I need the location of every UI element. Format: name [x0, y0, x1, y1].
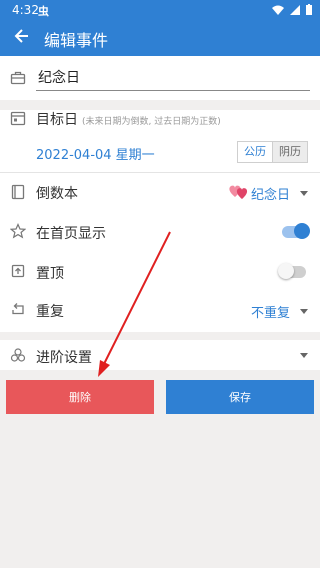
show-home-label: 在首页显示 — [36, 226, 106, 242]
countdown-book-label: 倒数本 — [36, 186, 78, 202]
target-date-row: 目标日 (未来日期为倒数, 过去日期为正数) 2022-04-04 星期一 公历 … — [0, 110, 320, 180]
status-bar: 4:32 虫 — [0, 0, 320, 20]
target-date-label: 目标日 (未来日期为倒数, 过去日期为正数) — [36, 112, 221, 128]
repeat-value: 不重复 — [250, 306, 290, 321]
page-title: 编辑事件 — [44, 31, 109, 50]
solar-calendar-option[interactable]: 公历 — [238, 142, 273, 162]
status-icons — [272, 4, 312, 15]
repeat-label: 重复 — [36, 304, 64, 320]
wifi-icon — [272, 5, 284, 15]
event-name-input[interactable] — [36, 64, 310, 91]
divider — [0, 172, 320, 173]
advanced-settings-row[interactable]: 进阶设置 — [0, 340, 320, 370]
app-bar: 编辑事件 — [0, 20, 320, 56]
briefcase-icon — [10, 71, 26, 85]
back-arrow-icon[interactable] — [12, 26, 32, 46]
pin-top-icon — [11, 264, 25, 278]
countdown-book-value: 纪念日 — [250, 188, 290, 203]
toggle-knob — [278, 263, 294, 279]
toggle-knob — [294, 223, 310, 239]
chevron-down-icon — [300, 309, 308, 314]
chevron-down-icon — [300, 191, 308, 196]
pin-top-label: 置顶 — [36, 266, 64, 282]
signal-icon — [290, 4, 300, 15]
event-form: 目标日(未来日期为倒数, 过去日期为正数) 2022-04-04 星期一 公历 … — [0, 56, 320, 332]
star-icon — [10, 223, 26, 239]
lunar-calendar-option[interactable]: 阴历 — [273, 142, 307, 162]
event-name-row — [0, 56, 320, 100]
show-home-toggle[interactable] — [282, 223, 310, 239]
hearts-icon — [229, 185, 248, 199]
app-notification-icon: 虫 — [38, 5, 49, 18]
delete-button[interactable]: 删除 — [6, 380, 154, 414]
pin-top-row: 置顶 — [0, 260, 320, 300]
repeat-row[interactable]: 重复 不重复 — [0, 300, 320, 332]
show-home-row: 在首页显示 — [0, 220, 320, 260]
countdown-book-row[interactable]: 倒数本 纪念日 — [0, 180, 320, 220]
calendar-icon — [10, 111, 26, 126]
pin-top-toggle[interactable] — [278, 263, 306, 279]
target-date-hint: (未来日期为倒数, 过去日期为正数) — [82, 117, 221, 127]
advanced-settings-label: 进阶设置 — [36, 350, 92, 366]
chevron-down-icon — [300, 353, 308, 358]
calendar-type-toggle: 公历 阴历 — [237, 141, 308, 163]
save-button[interactable]: 保存 — [166, 380, 314, 414]
repeat-icon — [12, 303, 24, 315]
date-value[interactable]: 2022-04-04 星期一 — [36, 144, 155, 163]
book-icon — [11, 184, 25, 200]
battery-icon — [306, 4, 312, 15]
status-time: 4:32 — [12, 3, 39, 17]
advanced-settings-icon — [10, 348, 26, 362]
